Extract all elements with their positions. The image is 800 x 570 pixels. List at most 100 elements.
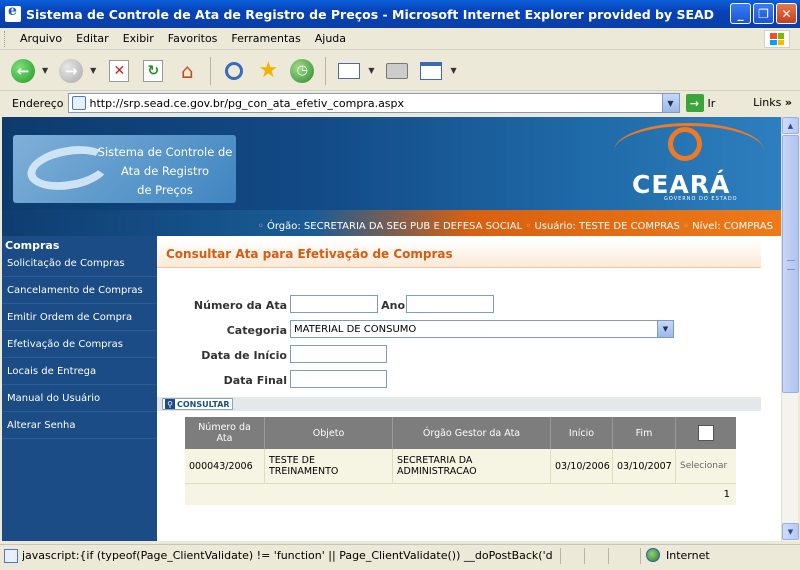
sidebar-item-manual[interactable]: Manual do Usuário — [2, 385, 157, 412]
address-url[interactable]: http://srp.sead.ce.gov.br/pg_con_ata_efe… — [90, 97, 405, 110]
close-button[interactable]: ✕ — [776, 3, 797, 24]
forward-dropdown-icon[interactable]: ▼ — [90, 66, 96, 75]
search-button[interactable] — [219, 56, 249, 86]
security-zone: Internet — [666, 548, 710, 562]
edit-button[interactable] — [416, 56, 446, 86]
edit-dropdown-icon[interactable]: ▼ — [450, 66, 456, 75]
menu-editar[interactable]: Editar — [69, 32, 116, 45]
cell-objeto: TESTE DE TREINAMENTO — [265, 449, 393, 483]
standard-toolbar: ← ▼ → ▼ ✕ ↻ ⌂ ★ ◷ ▼ ▼ — [0, 51, 800, 91]
logo-line-3: de Preços — [137, 183, 193, 197]
refresh-icon: ↻ — [143, 59, 164, 82]
refresh-button[interactable]: ↻ — [138, 56, 168, 86]
menu-ferramentas[interactable]: Ferramentas — [224, 32, 307, 45]
back-icon: ← — [11, 58, 35, 83]
status-text: javascript:{if (typeof(Page_ClientValida… — [22, 549, 552, 562]
sidebar-item-emitir-ordem[interactable]: Emitir Ordem de Compra — [2, 304, 157, 331]
ano-input[interactable] — [406, 295, 494, 313]
stop-icon: ✕ — [109, 59, 130, 82]
window-title: Sistema de Controle de Ata de Registro d… — [26, 6, 715, 22]
chevron-down-icon[interactable]: ▼ — [657, 321, 673, 337]
sidebar-item-solicitacao[interactable]: Solicitação de Compras — [2, 250, 157, 277]
cell-orgao-line2: ADMINISTRACAO — [397, 466, 477, 477]
categoria-select[interactable]: MATERIAL DE CONSUMO ▼ — [290, 320, 674, 338]
sidebar-item-efetivacao[interactable]: Efetivação de Compras — [2, 331, 157, 358]
data-final-label: Data Final — [223, 374, 287, 387]
page-title: Consultar Ata para Efetivação de Compras — [157, 240, 761, 268]
ano-label: Ano — [381, 299, 405, 312]
logo-line-1: Sistema de Controle de — [97, 145, 233, 159]
categoria-value: MATERIAL DE CONSUMO — [294, 323, 417, 335]
table-row: 000043/2006 TESTE DE TREINAMENTO SECRETAR… — [185, 449, 736, 483]
search-icon — [225, 61, 244, 80]
print-button[interactable] — [382, 56, 412, 86]
data-inicio-input[interactable] — [290, 345, 387, 363]
back-button[interactable]: ← — [8, 56, 38, 86]
consultar-button[interactable]: ⚲ CONSULTAR — [162, 398, 233, 410]
col-objeto: Objeto — [265, 417, 393, 449]
toolbar-grip[interactable] — [4, 30, 7, 47]
menu-ajuda[interactable]: Ajuda — [308, 32, 353, 45]
cell-orgao: SECRETARIA DA ADMINISTRACAO — [393, 449, 551, 483]
go-button[interactable]: Ir — [708, 97, 716, 110]
info-orgao: Órgão: SECRETARIA DA SEG PUB E DEFESA SO… — [266, 221, 523, 232]
history-icon: ◷ — [290, 58, 315, 83]
scroll-up-icon[interactable]: ▲ — [782, 117, 799, 134]
cell-fim: 03/10/2007 — [613, 449, 676, 483]
mail-dropdown-icon[interactable]: ▼ — [368, 66, 374, 75]
cell-orgao-line1: SECRETARIA DA — [397, 455, 473, 466]
menu-favoritos[interactable]: Favoritos — [161, 32, 225, 45]
scroll-down-icon[interactable]: ▼ — [782, 523, 799, 540]
sidebar-item-locais[interactable]: Locais de Entrega — [2, 358, 157, 385]
menu-exibir[interactable]: Exibir — [116, 32, 161, 45]
menu-bar: Arquivo Editar Exibir Favoritos Ferramen… — [0, 28, 800, 50]
categoria-label: Categoria — [226, 324, 287, 337]
sidebar-item-senha[interactable]: Alterar Senha — [2, 412, 157, 439]
page-number[interactable]: 1 — [724, 489, 730, 500]
back-dropdown-icon[interactable]: ▼ — [42, 66, 48, 75]
col-action — [676, 417, 736, 449]
status-bar: javascript:{if (typeof(Page_ClientValida… — [0, 544, 800, 566]
address-input[interactable]: http://srp.sead.ce.gov.br/pg_con_ata_efe… — [67, 93, 680, 113]
sidebar-item-cancelamento[interactable]: Cancelamento de Compras — [2, 277, 157, 304]
ceara-sun-icon — [668, 127, 702, 161]
scroll-thumb[interactable] — [782, 135, 799, 393]
window-titlebar: Sistema de Controle de Ata de Registro d… — [0, 0, 800, 28]
globe-icon — [646, 548, 660, 562]
history-button[interactable]: ◷ — [287, 56, 317, 86]
magnifier-icon: ⚲ — [165, 399, 175, 409]
links-button[interactable]: Links » — [753, 96, 792, 109]
user-info-bar: ◦ Órgão: SECRETARIA DA SEG PUB E DEFESA … — [2, 210, 781, 236]
col-numero-line2: Ata — [216, 433, 233, 444]
ceara-logo-subtitle: GOVERNO DO ESTADO — [664, 196, 738, 202]
system-logo[interactable]: Sistema de Controle de Ata de Registro d… — [13, 135, 236, 203]
address-label: Endereço — [12, 96, 64, 110]
selecionar-link[interactable]: Selecionar — [676, 449, 736, 483]
mail-button[interactable] — [334, 56, 364, 86]
maximize-button[interactable]: ❐ — [753, 3, 774, 24]
home-icon: ⌂ — [180, 58, 194, 83]
address-dropdown-icon[interactable]: ▼ — [661, 94, 679, 112]
menu-arquivo[interactable]: Arquivo — [13, 32, 69, 45]
print-icon — [386, 62, 409, 79]
info-nivel: Nível: COMPRAS — [692, 221, 773, 232]
data-final-input[interactable] — [290, 370, 387, 388]
action-bar: ⚲ CONSULTAR — [157, 397, 761, 411]
minimize-button[interactable]: _ — [730, 3, 751, 24]
cell-numero: 000043/2006 — [185, 449, 265, 483]
main-content: Consultar Ata para Efetivação de Compras… — [157, 236, 781, 541]
numero-ata-input[interactable] — [290, 295, 378, 313]
page-status-icon — [4, 548, 18, 563]
forward-button[interactable]: → — [56, 56, 86, 86]
numero-ata-label: Número da Ata — [193, 299, 287, 312]
vertical-scrollbar[interactable]: ▲ ▼ — [781, 117, 799, 541]
home-button[interactable]: ⌂ — [172, 56, 202, 86]
favorites-button[interactable]: ★ — [253, 56, 283, 86]
stop-button[interactable]: ✕ — [104, 56, 134, 86]
col-inicio: Início — [551, 417, 613, 449]
favorites-icon: ★ — [258, 58, 279, 83]
mail-icon — [338, 62, 361, 79]
page-viewport: Sistema de Controle de Ata de Registro d… — [2, 117, 781, 541]
windows-logo-icon — [764, 30, 790, 48]
go-arrow-icon[interactable]: → — [685, 94, 704, 112]
